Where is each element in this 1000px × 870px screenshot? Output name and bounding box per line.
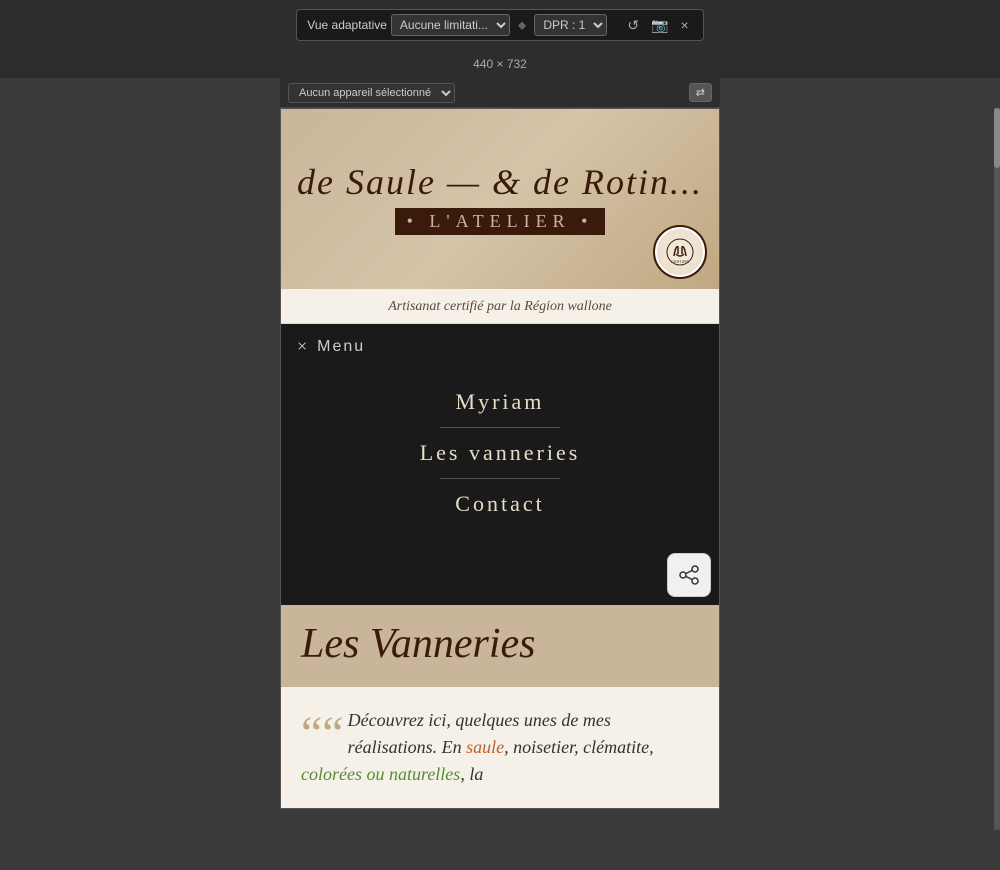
quote-text: Découvrez ici, quelques unes de mes réal… xyxy=(301,710,654,784)
share-btn-container xyxy=(281,545,719,605)
quote-mark: ““ xyxy=(301,715,344,753)
highlight-saule: saule xyxy=(466,737,504,757)
menu-item-vanneries[interactable]: Les vanneries xyxy=(281,428,719,478)
artisan-icon: CERTIFIÉ xyxy=(666,238,694,266)
subtitle-bar: Artisanat certifié par la Région wallone xyxy=(281,289,719,324)
artisan-badge-inner: CERTIFIÉ xyxy=(657,229,703,275)
menu-overlay: × Menu Myriam Les vanneries Contact xyxy=(281,324,719,605)
dpr-select[interactable]: DPR : 1 xyxy=(534,14,607,36)
device-select-wrapper: Aucun appareil sélectionné xyxy=(288,83,455,103)
quote-section: ““ Découvrez ici, quelques unes de mes r… xyxy=(281,687,719,808)
logo-subtitle: • L'ATELIER • xyxy=(395,208,606,235)
toolbar-center: Vue adaptative Aucune limitati... ⬥ DPR … xyxy=(296,9,703,41)
dimensions-bar: 440 × 732 xyxy=(0,50,1000,78)
logo-container: de Saule — & de Rotin... • L'ATELIER • xyxy=(297,164,703,235)
scroll-thumb xyxy=(994,108,1000,168)
toolbar-sep1: ⬥ xyxy=(518,18,526,33)
menu-item-myriam[interactable]: Myriam xyxy=(281,377,719,427)
menu-label: Menu xyxy=(317,338,365,356)
artisan-badge: CERTIFIÉ xyxy=(653,225,707,279)
rotate-button[interactable]: ↺ xyxy=(623,15,643,36)
highlight-naturelles: colorées ou naturelles xyxy=(301,764,460,784)
scroll-indicator[interactable] xyxy=(994,108,1000,830)
dimensions-text: 440 × 732 xyxy=(473,57,527,71)
site-header: de Saule — & de Rotin... • L'ATELIER • C… xyxy=(281,109,719,289)
vue-adaptative-label: Vue adaptative xyxy=(307,18,387,32)
section-title: Les Vanneries xyxy=(301,621,699,667)
logo-main-text: de Saule — & de Rotin... xyxy=(297,164,703,200)
limitation-select[interactable]: Aucune limitati... xyxy=(391,14,510,36)
share-icon xyxy=(678,564,700,586)
close-button[interactable]: × xyxy=(677,15,693,35)
menu-items: Myriam Les vanneries Contact xyxy=(281,369,719,545)
device-rotate-button[interactable]: ⇄ xyxy=(689,83,712,102)
share-button[interactable] xyxy=(667,553,711,597)
screenshot-button[interactable]: 📷 xyxy=(647,15,672,36)
device-bar: Aucun appareil sélectionné ⇄ xyxy=(280,78,720,108)
menu-close-icon[interactable]: × xyxy=(297,336,307,357)
device-selector[interactable]: Aucun appareil sélectionné xyxy=(288,83,455,103)
menu-header: × Menu xyxy=(281,324,719,369)
menu-item-contact[interactable]: Contact xyxy=(281,479,719,529)
logo-subtitle-wrapper: • L'ATELIER • xyxy=(297,204,703,235)
browser-toolbar: Vue adaptative Aucune limitati... ⬥ DPR … xyxy=(0,0,1000,50)
content-section: Les Vanneries xyxy=(281,605,719,687)
phone-frame: de Saule — & de Rotin... • L'ATELIER • C… xyxy=(280,108,720,809)
svg-text:CERTIFIÉ: CERTIFIÉ xyxy=(671,259,689,264)
subtitle-text: Artisanat certifié par la Région wallone xyxy=(388,299,612,314)
